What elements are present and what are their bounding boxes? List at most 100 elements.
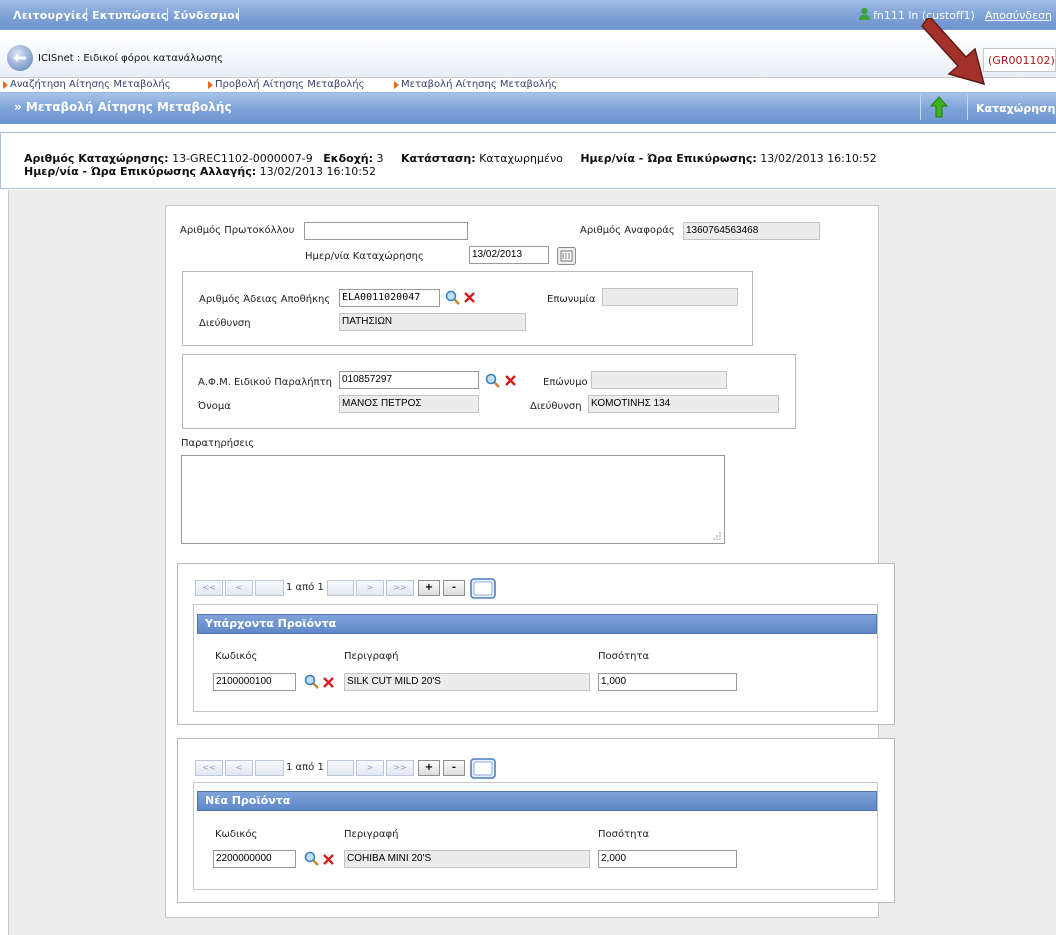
office-code: (GR001102): [983, 48, 1056, 72]
warehouse-section: [182, 271, 753, 346]
pager-first-button[interactable]: <<: [195, 580, 223, 596]
remarks-textarea[interactable]: [181, 455, 725, 544]
window-icon[interactable]: [470, 578, 496, 599]
receiver-section: [182, 354, 796, 429]
pager-first-button[interactable]: <<: [195, 760, 223, 776]
company-name-field: [602, 288, 738, 306]
existing-products-header: Υπάρχοντα Προϊόντα: [197, 614, 877, 634]
regdate-input[interactable]: 13/02/2013: [469, 246, 549, 264]
reference-field: 1360764563468: [683, 222, 820, 240]
menu-item-links[interactable]: Σύνδεσμοι: [173, 9, 239, 22]
toolbar-separator: [967, 95, 968, 120]
clear-icon[interactable]: [464, 292, 475, 303]
calendar-icon[interactable]: [557, 247, 576, 265]
reg-number-label: Αριθμός Καταχώρησης:: [24, 152, 169, 165]
pager-blank: [255, 580, 284, 596]
product-description-field: SILK CUT MILD 20'S: [344, 673, 590, 691]
pager-blank: [327, 760, 354, 776]
add-row-button[interactable]: +: [418, 580, 440, 596]
license-input[interactable]: ELA0011020047: [339, 289, 440, 307]
breadcrumb-arrow-icon: [3, 81, 8, 89]
pager-page-text: 1 από 1: [286, 582, 324, 593]
quantity-column-header: Ποσότητα: [598, 651, 650, 662]
pager-prev-button[interactable]: <: [225, 580, 253, 596]
version-value: 3: [376, 152, 384, 165]
page-title: » Μεταβολή Αίτησης Μεταβολής: [14, 100, 232, 114]
pager-last-button[interactable]: >>: [386, 760, 414, 776]
add-row-button[interactable]: +: [418, 760, 440, 776]
regdate-label: Ημερ/νία Καταχώρησης: [305, 251, 424, 262]
menu-separator: [238, 8, 239, 21]
search-icon[interactable]: [304, 851, 319, 866]
product-quantity-input[interactable]: 2,000: [598, 850, 737, 868]
validation-label: Ημερ/νία - Ώρα Επικύρωσης:: [580, 152, 757, 165]
warehouse-address-field: ΠΑΤΗΣΙΩΝ: [339, 313, 526, 331]
status-label: Κατάσταση:: [401, 152, 476, 165]
clear-icon[interactable]: [505, 375, 516, 386]
pager-blank: [327, 580, 354, 596]
product-description-field: COHIBA MINI 20'S: [344, 850, 590, 868]
version-label: Εκδοχή:: [323, 152, 374, 165]
afm-label: Α.Φ.Μ. Ειδικού Παραλήπτη: [198, 377, 332, 388]
firstname-field: ΜΑΝΟΣ ΠΕΤΡΟΣ: [339, 395, 479, 413]
window-icon[interactable]: [470, 758, 496, 779]
pager-page-text: 1 από 1: [286, 762, 324, 773]
status-value: Καταχωρημένο: [479, 152, 563, 165]
remove-row-button[interactable]: -: [443, 580, 465, 596]
license-label: Αριθμός Άδειας Αποθήκης: [199, 294, 331, 305]
logout-link[interactable]: Αποσύνδεση: [985, 9, 1052, 22]
afm-input[interactable]: 010857297: [339, 371, 479, 389]
breadcrumb-search[interactable]: Αναζήτηση Αίτησης Μεταβολής: [10, 79, 171, 90]
search-icon[interactable]: [304, 674, 319, 689]
breadcrumb-current[interactable]: Μεταβολή Αίτησης Μεταβολής: [401, 79, 557, 90]
search-icon[interactable]: [485, 373, 500, 388]
new-products-header: Νέα Προϊόντα: [197, 791, 877, 811]
protocol-label: Αριθμός Πρωτοκόλλου: [180, 225, 295, 236]
menu-item-functions[interactable]: Λειτουργίες: [13, 9, 88, 22]
pager-prev-button[interactable]: <: [225, 760, 253, 776]
info-line-1: Αριθμός Καταχώρησης: 13-GREC1102-0000007…: [24, 152, 877, 165]
breadcrumb-arrow-icon: [394, 81, 399, 89]
product-quantity-input[interactable]: 1,000: [598, 673, 737, 691]
validation-value: 13/02/2013 16:10:52: [760, 152, 877, 165]
clear-icon[interactable]: [323, 854, 334, 865]
info-line-2: Ημερ/νία - Ώρα Επικύρωσης Αλλαγής: 13/02…: [24, 165, 376, 178]
surname-label: Επώνυμο: [543, 377, 588, 388]
pager-last-button[interactable]: >>: [386, 580, 414, 596]
code-column-header: Κωδικός: [215, 651, 258, 662]
product-code-input[interactable]: 2100000100: [213, 673, 296, 691]
resize-grip-icon[interactable]: [712, 531, 722, 541]
upload-arrow-icon[interactable]: [929, 96, 949, 118]
pager-next-button[interactable]: >: [356, 580, 384, 596]
company-name-label: Επωνυμία: [547, 294, 596, 305]
menu-separator: [86, 8, 87, 21]
surname-field: [591, 371, 727, 389]
search-icon[interactable]: [445, 290, 460, 305]
reference-label: Αριθμός Αναφοράς: [580, 225, 675, 236]
warehouse-address-label: Διεύθυνση: [199, 318, 251, 329]
description-column-header: Περιγραφή: [344, 829, 399, 840]
reg-number-value: 13-GREC1102-0000007-9: [172, 152, 313, 165]
toolbar-separator: [920, 95, 921, 120]
clear-icon[interactable]: [323, 677, 334, 688]
pager-blank: [255, 760, 284, 776]
code-column-header: Κωδικός: [215, 829, 258, 840]
icisnet-logo: [7, 45, 33, 71]
breadcrumb-arrow-icon: [208, 81, 213, 89]
firstname-label: Όνομα: [198, 401, 231, 412]
change-validation-value: 13/02/2013 16:10:52: [259, 165, 376, 178]
remarks-label: Παρατηρήσεις: [181, 438, 255, 449]
description-column-header: Περιγραφή: [344, 651, 399, 662]
save-button[interactable]: Καταχώρηση: [976, 102, 1055, 115]
change-validation-label: Ημερ/νία - Ώρα Επικύρωσης Αλλαγής:: [24, 165, 257, 178]
pager-next-button[interactable]: >: [356, 760, 384, 776]
logo-icon: [13, 54, 26, 62]
receiver-address-label: Διεύθυνση: [530, 401, 582, 412]
menu-separator: [167, 8, 168, 21]
product-code-input[interactable]: 2200000000: [213, 850, 296, 868]
menu-item-prints[interactable]: Εκτυπώσεις: [92, 9, 168, 22]
protocol-input[interactable]: [304, 222, 468, 240]
receiver-address-field: ΚΟΜΟΤΙΝΗΣ 134: [588, 395, 779, 413]
breadcrumb-view[interactable]: Προβολή Αίτησης Μεταβολής: [215, 79, 365, 90]
remove-row-button[interactable]: -: [443, 760, 465, 776]
